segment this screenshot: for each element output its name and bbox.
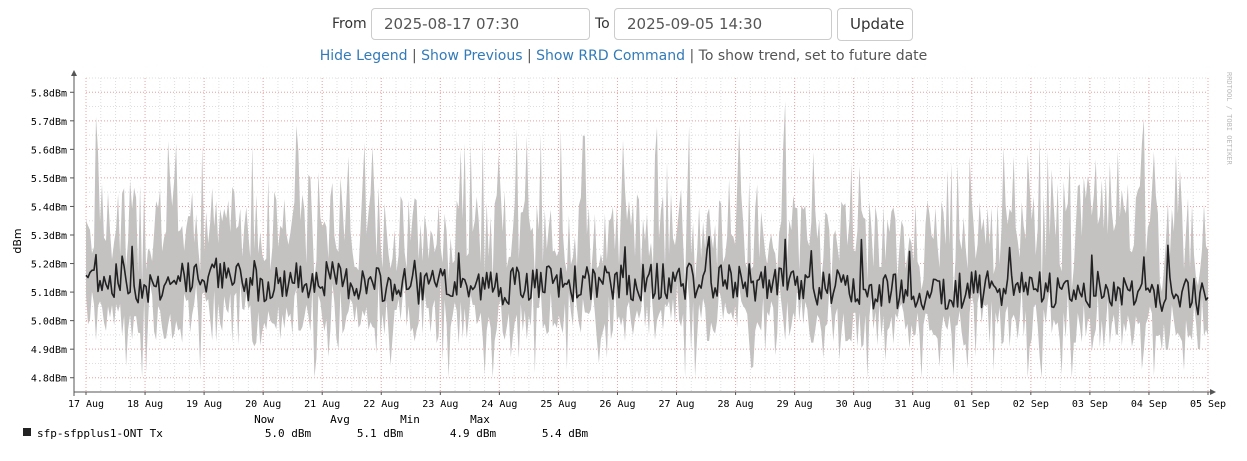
x-tick-label: 28 Aug — [718, 399, 754, 410]
date-range-toolbar: From 2025-08-17 07:30 To 2025-09-05 14:3… — [0, 8, 1247, 42]
x-tick-label: 23 Aug — [422, 399, 458, 410]
x-tick-label: 26 Aug — [599, 399, 635, 410]
y-tick-label: 5.3dBm — [31, 231, 67, 242]
x-tick-label: 17 Aug — [68, 399, 104, 410]
from-label: From — [332, 16, 367, 32]
hide-legend-link[interactable]: Hide Legend — [320, 48, 408, 64]
legend-value: 5.0 dBm — [265, 427, 312, 440]
to-label: To — [595, 16, 610, 32]
graph-options-links: Hide Legend | Show Previous | Show RRD C… — [0, 48, 1247, 64]
dbm-chart: 4.8dBm 4.9dBm 5.0dBm 5.1dBm 5.2dBm 5.3dBm 5.4d… — [11, 70, 1233, 440]
link-separator: | — [689, 48, 695, 64]
x-tick-label: 29 Aug — [777, 399, 813, 410]
legend-swatch — [23, 428, 31, 436]
x-tick-label: 24 Aug — [481, 399, 517, 410]
to-date-input[interactable]: 2025-09-05 14:30 — [614, 8, 832, 40]
legend: Now Avg Min Max sfp-sfpplus1-ONT Tx 5.0 dBm 5.… — [23, 413, 589, 440]
show-previous-link[interactable]: Show Previous — [421, 48, 522, 64]
x-tick-label: 31 Aug — [895, 399, 931, 410]
y-tick-label: 5.6dBm — [31, 145, 67, 156]
legend-header: Now — [254, 413, 274, 426]
x-tick-label: 01 Sep — [954, 399, 990, 410]
legend-header: Min — [400, 413, 420, 426]
y-tick-label: 5.7dBm — [31, 117, 67, 128]
x-tick-label: 21 Aug — [304, 399, 340, 410]
x-tick-label: 04 Sep — [1131, 399, 1167, 410]
x-tick-label: 19 Aug — [186, 399, 222, 410]
y-tick-label: 5.1dBm — [31, 288, 67, 299]
legend-header: Max — [470, 413, 490, 426]
x-tick-label: 03 Sep — [1072, 399, 1108, 410]
legend-value: 5.4 dBm — [542, 427, 589, 440]
x-axis-arrow — [1210, 389, 1216, 395]
legend-value: 5.1 dBm — [357, 427, 404, 440]
update-button[interactable]: Update — [837, 8, 913, 41]
x-tick-label: 27 Aug — [658, 399, 694, 410]
trend-note: To show trend, set to future date — [698, 48, 928, 64]
y-tick-label: 5.0dBm — [31, 317, 67, 328]
x-tick-labels: 17 Aug 18 Aug 19 Aug 20 Aug 21 Aug 22 Aug 23 A… — [68, 399, 1226, 410]
x-tick-label: 20 Aug — [245, 399, 281, 410]
x-tick-label: 18 Aug — [127, 399, 163, 410]
x-tick-label: 25 Aug — [540, 399, 576, 410]
link-separator: | — [411, 48, 417, 64]
y-tick-label: 5.4dBm — [31, 202, 67, 213]
y-axis-label: dBm — [11, 228, 24, 253]
x-tick-label: 02 Sep — [1013, 399, 1049, 410]
x-tick-label: 22 Aug — [363, 399, 399, 410]
y-axis-arrow — [71, 70, 77, 76]
y-tick-label: 5.8dBm — [31, 88, 67, 99]
y-tick-label: 5.2dBm — [31, 260, 67, 271]
link-separator: | — [526, 48, 532, 64]
x-tick-label: 05 Sep — [1190, 399, 1226, 410]
y-tick-label: 4.9dBm — [31, 345, 67, 356]
from-date-input[interactable]: 2025-08-17 07:30 — [371, 8, 590, 40]
show-rrd-command-link[interactable]: Show RRD Command — [536, 48, 685, 64]
legend-series-name: sfp-sfpplus1-ONT Tx — [37, 427, 163, 440]
x-tick-label: 30 Aug — [836, 399, 872, 410]
y-tick-label: 5.5dBm — [31, 174, 67, 185]
legend-value: 4.9 dBm — [450, 427, 497, 440]
y-tick-label: 4.8dBm — [31, 374, 67, 385]
legend-header: Avg — [330, 413, 350, 426]
y-tick-labels: 4.8dBm 4.9dBm 5.0dBm 5.1dBm 5.2dBm 5.3dBm 5.4d… — [31, 88, 67, 384]
rrdtool-watermark: RRDTOOL / TOBI OETIKER — [1225, 72, 1233, 166]
